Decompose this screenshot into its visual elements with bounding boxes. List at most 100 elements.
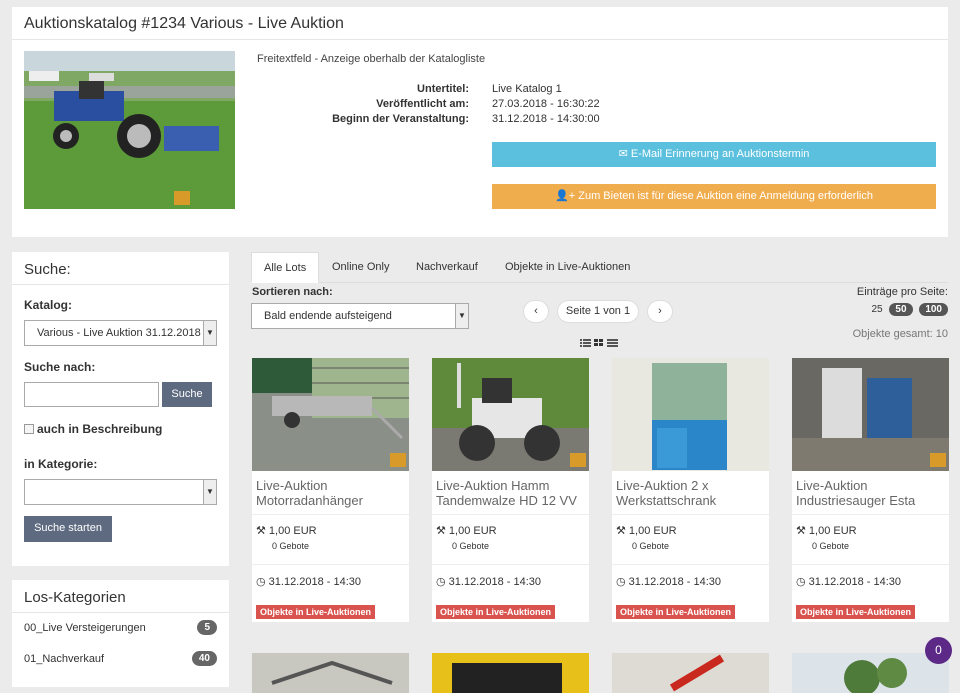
lot-tag: Objekte in Live-Auktionen: [796, 605, 916, 619]
category-item[interactable]: 01_Nachverkauf 40: [24, 651, 217, 673]
lot-tag: Objekte in Live-Auktionen: [256, 605, 376, 619]
lot-card[interactable]: Live-Auktion Industriesauger Esta ⚒ 1,00…: [792, 358, 949, 622]
info-row-published: Veröffentlicht am: 27.03.2018 - 16:30:22: [257, 98, 707, 113]
catalog-header-panel: Auktionskatalog #1234 Various - Live Auk…: [12, 7, 948, 237]
lot-image[interactable]: [432, 358, 589, 471]
email-reminder-label: E-Mail Erinnerung an Auktionstermin: [630, 148, 810, 160]
lot-date-block: ◷ 31.12.2018 - 14:30: [432, 565, 589, 605]
lot-bids: 0 Gebote: [452, 541, 490, 551]
lot-image[interactable]: [792, 358, 949, 471]
lot-card[interactable]: Live-Auktion Hamm Tandemwalze HD 12 VV ⚒…: [432, 358, 589, 622]
info-row-start: Beginn der Veranstaltung: 31.12.2018 - 1…: [257, 113, 707, 128]
categories-title: Los-Kategorien: [12, 580, 229, 613]
info-key: Veröffentlicht am:: [376, 98, 469, 110]
lot-card-partial[interactable]: [432, 653, 589, 693]
catalog-hero-image[interactable]: [24, 51, 235, 209]
kategorie-select[interactable]: ▼: [24, 479, 217, 505]
per-page-label: Einträge pro Seite:: [856, 286, 948, 298]
search-button[interactable]: Suche: [162, 382, 212, 407]
view-toggle: [580, 337, 620, 347]
lot-tabs: Alle Lots Online Only Nachverkauf Objekt…: [251, 252, 948, 283]
lot-date-block: ◷ 31.12.2018 - 14:30: [252, 565, 409, 605]
page-indicator: Seite 1 von 1: [557, 300, 639, 323]
next-page-button[interactable]: ›: [647, 300, 673, 323]
envelope-icon: ✉: [618, 148, 631, 160]
per-page-options: 25 50 100: [868, 303, 948, 316]
lot-price: 1,00 EUR: [448, 525, 497, 537]
catalog-title: Auktionskatalog #1234 Various - Live Auk…: [12, 7, 948, 40]
lot-price-block: ⚒ 1,00 EUR 0 Gebote: [792, 515, 949, 565]
table-view-icon[interactable]: [607, 339, 618, 347]
clock-icon: ◷: [616, 576, 629, 588]
lot-price: 1,00 EUR: [808, 525, 857, 537]
chevron-down-icon: ▼: [455, 304, 468, 328]
tab-live-auktionen[interactable]: Objekte in Live-Auktionen: [493, 252, 642, 283]
info-row-subtitle: Untertitel: Live Katalog 1: [257, 83, 707, 98]
search-input[interactable]: [24, 382, 159, 407]
lot-date-block: ◷ 31.12.2018 - 14:30: [612, 565, 769, 605]
category-label: 00_Live Versteigerungen: [24, 622, 146, 634]
clock-icon: ◷: [256, 576, 269, 588]
lot-card[interactable]: Live-Auktion 2 x Werkstattschrank ⚒ 1,00…: [612, 358, 769, 622]
prev-page-button[interactable]: ‹: [523, 300, 549, 323]
list-view-icon[interactable]: [580, 339, 591, 347]
lot-title[interactable]: Live-Auktion Industriesauger Esta: [792, 471, 949, 515]
lot-image[interactable]: [252, 358, 409, 471]
grid-view-icon[interactable]: [594, 339, 603, 346]
lot-card-partial[interactable]: [252, 653, 409, 693]
lot-price: 1,00 EUR: [268, 525, 317, 537]
per-page-50[interactable]: 50: [889, 303, 913, 316]
lot-title[interactable]: Live-Auktion Hamm Tandemwalze HD 12 VV: [432, 471, 589, 515]
lot-card-partial[interactable]: [612, 653, 769, 693]
lot-date: 31.12.2018 - 14:30: [448, 576, 542, 588]
lot-image[interactable]: [612, 358, 769, 471]
gavel-icon: ⚒: [436, 525, 449, 537]
lot-tag: Objekte in Live-Auktionen: [616, 605, 736, 619]
kategorie-label: in Kategorie:: [24, 457, 98, 471]
lot-card[interactable]: Live-Auktion Motorradanhänger ⚒ 1,00 EUR…: [252, 358, 409, 622]
start-search-button[interactable]: Suche starten: [24, 516, 112, 542]
katalog-select[interactable]: Various - Live Auktion 31.12.2018 ▼: [24, 320, 217, 346]
lot-date: 31.12.2018 - 14:30: [268, 576, 362, 588]
checkbox-label: auch in Beschreibung: [37, 422, 163, 436]
tab-alle-lots[interactable]: Alle Lots: [251, 252, 320, 283]
category-count-badge: 40: [191, 651, 217, 666]
chat-bubble-button[interactable]: 0: [925, 637, 952, 664]
info-value: Live Katalog 1: [492, 83, 562, 95]
lot-card-partial[interactable]: [792, 653, 949, 693]
chevron-down-icon: ▼: [203, 480, 216, 504]
clock-icon: ◷: [436, 576, 449, 588]
clock-icon: ◷: [796, 576, 809, 588]
tab-online-only[interactable]: Online Only: [320, 252, 401, 283]
category-label: 01_Nachverkauf: [24, 653, 105, 665]
lot-price: 1,00 EUR: [628, 525, 677, 537]
suche-nach-label: Suche nach:: [24, 360, 96, 374]
sort-label: Sortieren nach:: [252, 286, 333, 298]
info-value: 31.12.2018 - 14:30:00: [492, 113, 600, 125]
info-value: 27.03.2018 - 16:30:22: [492, 98, 600, 110]
lot-title[interactable]: Live-Auktion Motorradanhänger: [252, 471, 409, 515]
sort-select-value: Bald endende aufsteigend: [264, 310, 392, 322]
user-plus-icon: 👤+: [555, 190, 579, 202]
gavel-icon: ⚒: [616, 525, 629, 537]
lot-date: 31.12.2018 - 14:30: [628, 576, 722, 588]
per-page-100[interactable]: 100: [919, 303, 948, 316]
sort-select[interactable]: Bald endende aufsteigend ▼: [251, 303, 469, 329]
gavel-icon: ⚒: [796, 525, 809, 537]
lot-price-block: ⚒ 1,00 EUR 0 Gebote: [612, 515, 769, 565]
chevron-right-icon: ›: [658, 305, 662, 317]
checkbox[interactable]: [24, 424, 34, 434]
per-page-25[interactable]: 25: [872, 304, 883, 315]
category-item[interactable]: 00_Live Versteigerungen 5: [24, 620, 217, 642]
tab-nachverkauf[interactable]: Nachverkauf: [404, 252, 490, 283]
lot-date-block: ◷ 31.12.2018 - 14:30: [792, 565, 949, 605]
lot-title[interactable]: Live-Auktion 2 x Werkstattschrank: [612, 471, 769, 515]
lot-bids: 0 Gebote: [272, 541, 310, 551]
free-text: Freitextfeld - Anzeige oberhalb der Kata…: [257, 53, 486, 65]
lot-price-block: ⚒ 1,00 EUR 0 Gebote: [252, 515, 409, 565]
gavel-icon: ⚒: [256, 525, 269, 537]
search-title: Suche:: [12, 252, 229, 285]
bid-registration-button[interactable]: 👤+ Zum Bieten ist für diese Auktion eine…: [492, 184, 936, 209]
email-reminder-button[interactable]: ✉ E-Mail Erinnerung an Auktionstermin: [492, 142, 936, 167]
description-checkbox-row[interactable]: auch in Beschreibung: [24, 422, 162, 436]
